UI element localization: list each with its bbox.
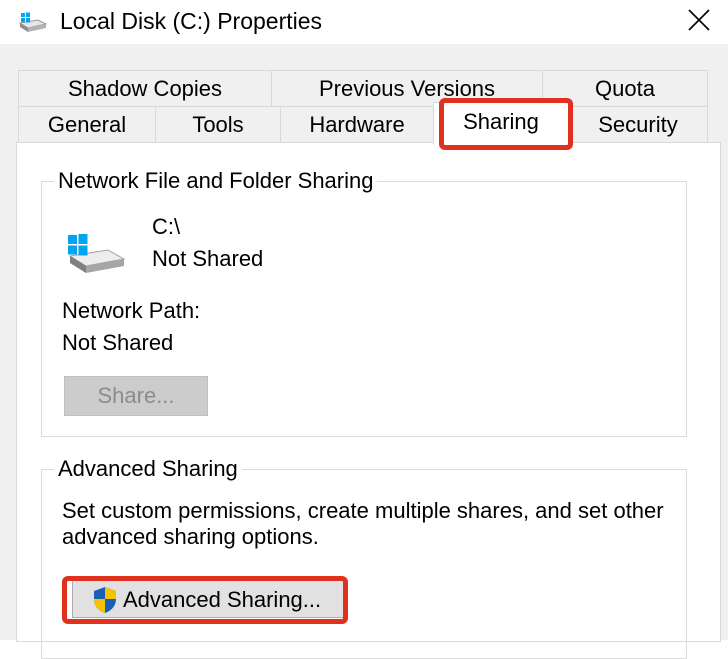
- title-bar: Local Disk (C:) Properties: [0, 0, 728, 44]
- tab-hardware[interactable]: Hardware: [280, 106, 434, 142]
- tab-general[interactable]: General: [18, 106, 156, 142]
- drive-share-status: Not Shared: [152, 246, 264, 271]
- tab-sharing[interactable]: Sharing: [433, 102, 569, 144]
- drive-icon: [68, 234, 126, 273]
- close-icon: [688, 9, 710, 31]
- network-sharing-group: Network File and Folder Sharing C:\ Not …: [41, 166, 687, 437]
- tab-previous-versions[interactable]: Previous Versions: [271, 70, 543, 106]
- close-button[interactable]: [676, 0, 722, 40]
- network-sharing-legend: Network File and Folder Sharing: [54, 166, 378, 196]
- network-path-value: Not Shared: [62, 330, 174, 355]
- advanced-sharing-button-label: Advanced Sharing...: [123, 587, 322, 612]
- sharing-panel: Network File and Folder Sharing C:\ Not …: [16, 142, 721, 659]
- drive-path: C:\: [152, 214, 181, 239]
- advanced-sharing-legend: Advanced Sharing: [54, 454, 242, 484]
- drive-icon: [18, 12, 48, 32]
- advanced-sharing-group: Advanced Sharing Set custom permissions,…: [41, 454, 687, 659]
- tab-tools[interactable]: Tools: [155, 106, 281, 142]
- tab-quota[interactable]: Quota: [542, 70, 708, 106]
- advanced-sharing-button[interactable]: Advanced Sharing...: [72, 580, 346, 618]
- window-title: Local Disk (C:) Properties: [60, 8, 323, 34]
- share-button[interactable]: Share...: [64, 376, 208, 416]
- tab-shadow-copies[interactable]: Shadow Copies: [18, 70, 272, 106]
- dialog-client: Shadow Copies Previous Versions Quota Ge…: [0, 44, 728, 659]
- network-path-label: Network Path:: [62, 298, 201, 323]
- advanced-sharing-description-line2: advanced sharing options.: [62, 524, 319, 549]
- uac-shield-icon: [94, 587, 116, 613]
- tab-security[interactable]: Security: [568, 106, 708, 142]
